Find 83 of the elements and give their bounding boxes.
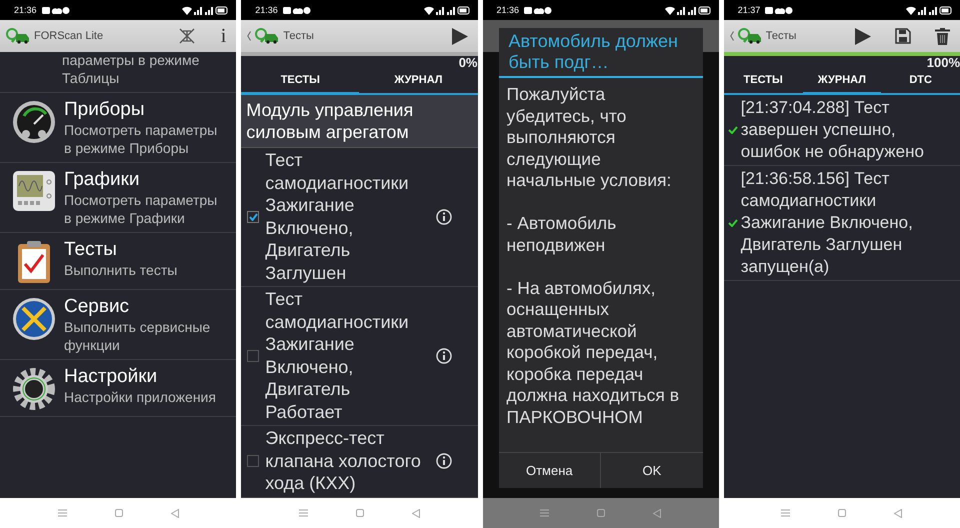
menu-item[interactable]: Графики Посмотреть параметры в режиме Графики (0, 163, 236, 233)
menu-item-title: Тесты (64, 238, 118, 262)
menu-item-title: Сервис (64, 295, 130, 319)
menu-item-description: Выполнить сервисные функции (64, 319, 212, 354)
tab[interactable]: ЖУРНАЛ (802, 70, 882, 95)
progress-percent: 100% (926, 55, 960, 70)
menu-icon[interactable] (58, 509, 67, 517)
tab[interactable]: ЖУРНАЛ (359, 70, 478, 95)
status-time: 21:36 (14, 5, 37, 15)
info-icon[interactable] (436, 348, 452, 364)
tab[interactable]: ТЕСТЫ (724, 70, 802, 95)
log-entry: [21:36:58.156] Тест самодиагностики Зажигание Включено, Двигатель Заглушен запущен(а) (740, 168, 914, 278)
status-time: 21:36 (255, 5, 278, 15)
oscilloscope-icon (12, 170, 56, 212)
home-icon[interactable] (597, 509, 606, 517)
back-icon[interactable] (894, 508, 902, 518)
menu-item[interactable]: Настройки Настройки приложения (0, 360, 236, 417)
trash-icon[interactable] (935, 28, 950, 44)
checkbox[interactable] (247, 210, 260, 222)
group-header: Модуль управления силовым агрегатом (241, 95, 478, 148)
menu-item-description: Посмотреть параметры в режиме Графики (64, 192, 218, 227)
system-status-icons (182, 6, 228, 14)
checkbox[interactable] (247, 454, 260, 467)
back-icon[interactable] (653, 508, 662, 518)
disconnected-icon[interactable] (178, 28, 195, 44)
clipboard-icon (17, 240, 51, 284)
test-name: Экспресс-тест клапана холостого хода (КХХ) (265, 427, 422, 494)
menu-item-description: Посмотреть параметры в режиме Приборы (64, 122, 218, 157)
checkmark-icon (728, 126, 738, 134)
dialog-message: Пожалуйста убедитесь, что выполняются следующие начальные условия: - Автомобиль неподвижен - На автомобилях, оснащенных автоматической коробкой передач, коробка передач должна находиться в ПАРКОВОЧНОМ (506, 83, 680, 428)
app-title: Тесты (283, 30, 314, 42)
app-title: Тесты (766, 30, 796, 42)
back-chevron-icon[interactable] (730, 31, 734, 41)
menu-item-description: параметры в режиме Таблицы (62, 52, 200, 87)
speedometer-icon (12, 100, 56, 144)
notification-icons (282, 6, 311, 14)
dialog-title: Автомобиль должен быть подг… (498, 28, 703, 78)
car-logo-icon (255, 28, 280, 44)
test-row[interactable]: Тест самодиагностики Зажигание Включено, Двигатель Работает (241, 287, 478, 426)
home-icon[interactable] (838, 509, 846, 517)
home-icon[interactable] (356, 509, 364, 517)
car-logo-icon (6, 28, 30, 44)
menu-icon[interactable] (298, 509, 308, 517)
home-icon[interactable] (114, 509, 123, 517)
checkbox[interactable] (247, 350, 260, 362)
back-icon[interactable] (170, 508, 179, 518)
tab[interactable]: DTC (881, 70, 960, 95)
status-time: 21:37 (738, 5, 760, 15)
system-status-icons (664, 6, 711, 14)
back-chevron-icon[interactable] (247, 31, 252, 41)
wrench-screwdriver-icon (12, 297, 56, 341)
play-icon[interactable] (855, 28, 871, 44)
car-logo-icon (738, 28, 762, 44)
notification-icons (765, 6, 794, 14)
notification-icons (42, 6, 70, 14)
menu-item[interactable]: Тесты Выполнить тесты (0, 233, 236, 290)
checkmark-icon (728, 219, 738, 227)
test-row[interactable]: Тест самодиагностики Зажигание Включено, Двигатель Заглушен (241, 148, 478, 287)
menu-item-description: Настройки приложения (64, 389, 217, 406)
menu-icon[interactable] (540, 509, 550, 517)
system-status-icons (906, 6, 952, 14)
app-title: FORScan Lite (34, 30, 104, 42)
menu-item[interactable]: Сервис Выполнить сервисные функции (0, 290, 236, 360)
menu-item[interactable]: Приборы Посмотреть параметры в режиме Приборы (0, 93, 236, 163)
progress-percent: 0% (458, 55, 478, 70)
notification-icons (524, 6, 552, 14)
menu-icon[interactable] (781, 509, 790, 517)
info-button[interactable]: i (220, 24, 226, 48)
test-name: Тест самодиагностики Зажигание Включено, Двигатель Заглушен (265, 149, 410, 284)
system-status-icons (424, 6, 470, 14)
menu-item-description: Выполнить тесты (64, 262, 178, 280)
play-icon[interactable] (452, 28, 468, 44)
test-name: Тест самодиагностики Зажигание Включено, Двигатель Работает (265, 288, 410, 423)
menu-item-title: Приборы (64, 98, 146, 122)
info-icon[interactable] (436, 208, 452, 224)
status-time: 21:36 (496, 5, 520, 15)
menu-item-title: Графики (64, 168, 141, 192)
save-icon[interactable] (895, 28, 911, 44)
menu-item-title: Настройки (64, 365, 158, 389)
log-entry: [21:37:04.288] Тест завершен успешно, ошибок не обнаружено (740, 97, 925, 163)
back-icon[interactable] (412, 508, 420, 518)
settings-icon (12, 367, 56, 411)
info-icon[interactable] (436, 452, 452, 469)
